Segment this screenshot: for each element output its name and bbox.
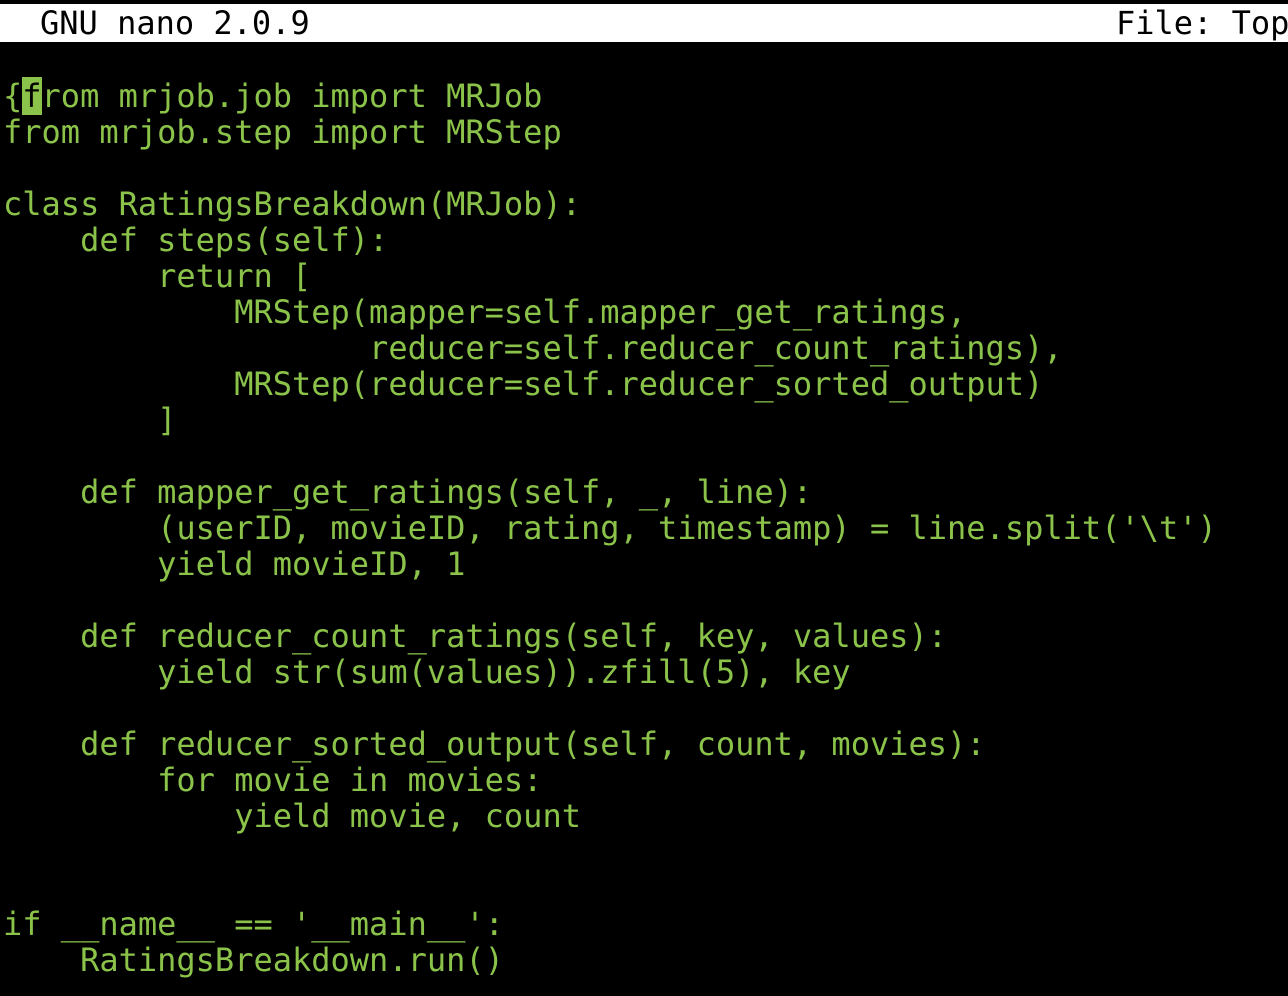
editor-version-label: GNU nano 2.0.9 <box>40 4 310 42</box>
code-line[interactable]: {from mrjob.job import MRJob <box>3 77 1288 115</box>
code-line[interactable]: yield movieID, 1 <box>3 546 1288 582</box>
code-line[interactable]: RatingsBreakdown.run() <box>3 942 1288 978</box>
code-line[interactable] <box>3 150 1288 186</box>
code-line[interactable] <box>3 438 1288 474</box>
code-line[interactable]: def mapper_get_ratings(self, _, line): <box>3 474 1288 510</box>
code-line[interactable]: class RatingsBreakdown(MRJob): <box>3 186 1288 222</box>
code-line[interactable] <box>3 582 1288 618</box>
code-line[interactable]: return [ <box>3 258 1288 294</box>
code-line[interactable]: for movie in movies: <box>3 762 1288 798</box>
code-text: { <box>3 77 23 115</box>
code-line[interactable]: MRStep(mapper=self.mapper_get_ratings, <box>3 294 1288 330</box>
code-line[interactable]: MRStep(reducer=self.reducer_sorted_outpu… <box>3 366 1288 402</box>
code-line[interactable]: yield movie, count <box>3 798 1288 834</box>
code-line[interactable]: from mrjob.step import MRStep <box>3 114 1288 150</box>
file-name-label: File: Top <box>1116 4 1288 42</box>
code-line[interactable]: if __name__ == '__main__': <box>3 906 1288 942</box>
code-line[interactable]: def reducer_count_ratings(self, key, val… <box>3 618 1288 654</box>
nano-title-bar: GNU nano 2.0.9 File: Top <box>0 4 1288 42</box>
code-line[interactable]: (userID, movieID, rating, timestamp) = l… <box>3 510 1288 546</box>
code-editor-area[interactable]: {from mrjob.job import MRJob from mrjob.s… <box>3 77 1288 978</box>
code-line[interactable] <box>3 870 1288 906</box>
nano-terminal-window[interactable]: GNU nano 2.0.9 File: Top {from mrjob.job… <box>0 0 1288 996</box>
code-line[interactable] <box>3 690 1288 726</box>
code-line[interactable]: def reducer_sorted_output(self, count, m… <box>3 726 1288 762</box>
code-line[interactable]: yield str(sum(values)).zfill(5), key <box>3 654 1288 690</box>
code-line[interactable]: def steps(self): <box>3 222 1288 258</box>
code-text: rom mrjob.job import MRJob <box>41 77 543 115</box>
text-cursor: f <box>22 77 42 115</box>
code-line[interactable]: ] <box>3 402 1288 438</box>
code-line[interactable]: reducer=self.reducer_count_ratings), <box>3 330 1288 366</box>
code-line[interactable] <box>3 834 1288 870</box>
